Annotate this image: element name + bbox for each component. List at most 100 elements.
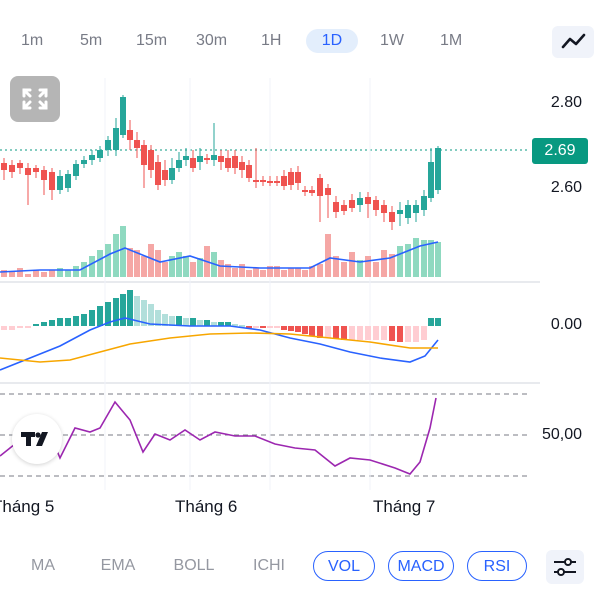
candle-body (190, 158, 196, 168)
candle-body (1, 163, 7, 170)
macd-histogram-bar (113, 298, 119, 326)
candle-body (97, 150, 103, 158)
volume-bar (17, 268, 23, 277)
candle-body (89, 155, 95, 160)
candle-body (41, 170, 47, 180)
candle-body (65, 174, 71, 188)
macd-histogram-bar (397, 326, 403, 342)
current-price-tag: 2.69 (532, 138, 588, 164)
indicator-settings-button[interactable] (546, 550, 584, 584)
macd-histogram-bar (190, 318, 196, 326)
macd-histogram-bar (197, 320, 203, 326)
candle-body (33, 168, 39, 172)
volume-bar (405, 244, 411, 277)
volume-bar (288, 268, 294, 277)
candle-body (397, 210, 403, 214)
indicator-rsi[interactable]: RSI (467, 551, 527, 581)
volume-bar (25, 274, 31, 277)
volume-bar (365, 256, 371, 277)
macd-histogram-bar (17, 326, 23, 328)
macd-histogram-bar (341, 326, 347, 340)
candle-body (253, 180, 259, 182)
macd-signal-line (0, 332, 438, 363)
macd-histogram-bar (267, 326, 273, 328)
volume-bar (127, 248, 133, 277)
tradingview-logo[interactable] (12, 414, 62, 464)
macd-histogram-bar (33, 324, 39, 326)
macd-histogram-bar (349, 326, 355, 340)
candle-body (373, 200, 379, 210)
indicator-boll[interactable]: BOLL (164, 551, 224, 581)
chart-area[interactable] (0, 0, 600, 542)
candle-body (197, 156, 203, 162)
macd-histogram-bar (148, 304, 154, 326)
macd-histogram-bar (97, 306, 103, 326)
candle-body (148, 150, 154, 170)
volume-bar (246, 270, 252, 277)
macd-histogram-bar (381, 326, 387, 340)
candle-body (225, 158, 231, 168)
candle-body (120, 97, 126, 135)
macd-histogram-bar (325, 326, 331, 338)
volume-bar (65, 270, 71, 277)
price-axis-label-bottom: 2.60 (550, 179, 582, 196)
candle-body (325, 188, 331, 195)
volume-bar (281, 270, 287, 277)
candle-body (25, 168, 31, 175)
candle-body (81, 160, 87, 164)
volume-bar (105, 244, 111, 277)
indicator-vol[interactable]: VOL (313, 551, 375, 581)
volume-bar (373, 262, 379, 277)
volume-bar (148, 244, 154, 277)
macd-histogram-bar (204, 320, 210, 326)
macd-histogram-bar (389, 326, 395, 341)
expand-button[interactable] (10, 76, 60, 122)
macd-histogram-bar (333, 326, 339, 339)
candle-body (357, 198, 363, 205)
rsi-pane (0, 397, 437, 475)
rsi-axis-label: 50,00 (541, 426, 582, 443)
candle-body (341, 205, 347, 211)
indicator-ma[interactable]: MA (20, 551, 66, 581)
macd-histogram-bar (1, 326, 7, 330)
volume-bar (349, 252, 355, 277)
macd-histogram-bar (428, 318, 434, 326)
candle-body (17, 163, 23, 168)
indicator-ichi[interactable]: ICHI (244, 551, 294, 581)
volume-bar (317, 264, 323, 277)
macd-histogram-bar (260, 326, 266, 328)
volume-bar (9, 272, 15, 277)
macd-histogram-bar (183, 318, 189, 326)
macd-histogram-bar (435, 318, 441, 326)
macd-histogram-bar (413, 326, 419, 342)
candle-body (260, 180, 266, 182)
indicator-macd[interactable]: MACD (388, 551, 454, 581)
indicator-bar: MA EMA BOLL ICHI VOL MACD RSI (0, 542, 600, 600)
candle-body (176, 160, 182, 168)
indicator-ema[interactable]: EMA (90, 551, 146, 581)
macd-histogram-bar (57, 318, 63, 326)
candle-body (57, 176, 63, 190)
candle-body (413, 205, 419, 213)
macd-histogram-bar (25, 326, 31, 328)
macd-histogram-bar (421, 326, 427, 340)
volume-bar (341, 262, 347, 277)
macd-histogram-bar (281, 326, 287, 330)
volume-bar (176, 252, 182, 277)
candle-body (141, 145, 147, 165)
macd-histogram-bar (49, 320, 55, 326)
candle-body (267, 181, 273, 183)
macd-histogram-bar (89, 310, 95, 326)
candle-body (274, 181, 280, 183)
volume-bar (155, 250, 161, 277)
volume-bar (141, 256, 147, 277)
candle-body (246, 165, 252, 178)
candle-body (421, 196, 427, 210)
candle-body (428, 162, 434, 198)
candle-body (365, 197, 371, 204)
tradingview-logo-icon (21, 432, 48, 446)
candle-body (113, 128, 119, 150)
macd-histogram-bar (302, 326, 308, 334)
macd-histogram-bar (9, 326, 15, 330)
macd-histogram-bar (41, 322, 47, 326)
